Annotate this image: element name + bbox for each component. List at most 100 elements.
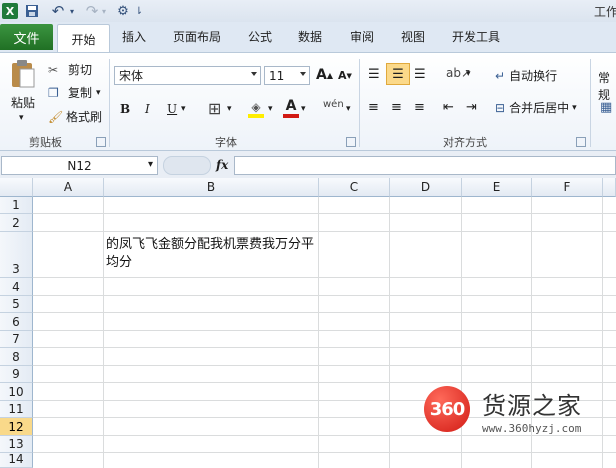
wrap-text-button[interactable]: ↵ 自动换行 [495,67,557,84]
phonetic-guide-icon[interactable]: wén [323,99,344,110]
tab-file[interactable]: 文件 [0,24,53,50]
chevron-down-icon[interactable]: ▾ [227,104,232,114]
insert-function-button[interactable]: fx [216,158,228,172]
gridline [103,197,104,468]
chevron-down-icon[interactable]: ▾ [19,113,24,123]
save-icon[interactable] [24,3,40,19]
tab-developer[interactable]: 开发工具 [452,28,500,45]
row-header[interactable]: 5 [0,296,33,313]
underline-button[interactable]: U [167,102,177,116]
chevron-down-icon[interactable]: ▾ [268,104,273,114]
column-header[interactable]: F [532,178,603,197]
align-center-icon[interactable]: ≡ [391,100,402,115]
dialog-launcher-icon[interactable] [576,137,586,147]
font-size-select[interactable]: 11 [264,66,310,85]
tab-home[interactable]: 开始 [57,24,110,53]
column-header[interactable]: C [319,178,390,197]
column-header[interactable]: E [462,178,532,197]
column-header[interactable]: D [390,178,462,197]
dialog-launcher-icon[interactable] [96,137,106,147]
chevron-down-icon[interactable]: ▾ [100,3,108,19]
cell-b3[interactable]: 的凤飞飞金额分配我机票费我万分平均分 [106,236,316,272]
tab-review[interactable]: 审阅 [350,28,374,45]
tab-formulas[interactable]: 公式 [248,28,272,45]
row-header[interactable]: 4 [0,278,33,296]
row-header[interactable]: 6 [0,313,33,331]
more-icon[interactable]: ⇂ [134,3,144,19]
paste-button[interactable]: 粘贴 [11,94,35,111]
gridline [33,277,616,278]
row-header[interactable]: 8 [0,348,33,366]
format-painter-button[interactable]: 🖌 格式刷 [48,108,102,125]
font-color-icon[interactable]: A [283,98,299,120]
window-title: 工作 [593,5,616,19]
formula-bar: N12 ▾ fx [0,151,616,178]
clipboard-group-label: 剪贴板 [29,136,62,149]
row-header-selected[interactable]: 12 [0,418,33,436]
chevron-down-icon [300,72,306,76]
row-header[interactable]: 9 [0,366,33,383]
quick-access-toolbar: X ↶ ▾ ↷ ▾ ⚙ ⇂ 工作 [0,0,616,22]
fill-color-icon[interactable]: ◈ [247,100,265,120]
ribbon: 粘贴 ▾ ✂ 剪切 ❐ 复制 ▾ 🖌 格式刷 剪贴板 宋体 11 A ▲ A ▼ B… [0,52,616,151]
number-format-select[interactable]: 常规 [598,69,616,103]
customize-qat-icon[interactable]: ⚙ [114,3,132,19]
watermark-url: www.360hyzj.com [482,422,582,435]
row-header[interactable]: 14 [0,452,33,468]
select-all-corner[interactable] [0,178,33,197]
watermark-name: 货源之家 [482,392,582,420]
bold-button[interactable]: B [120,102,130,116]
font-group-label: 字体 [215,136,237,149]
excel-icon[interactable]: X [2,3,18,19]
copy-button[interactable]: ❐ 复制 ▾ [48,84,101,101]
grow-font-icon[interactable]: A ▲ [316,67,333,83]
row-header[interactable]: 1 [0,197,33,214]
row-header[interactable]: 13 [0,436,33,453]
column-header[interactable]: B [104,178,319,197]
font-name-select[interactable]: 宋体 [114,66,261,85]
gridline [33,382,616,383]
gridline [33,213,616,214]
row-header[interactable]: 2 [0,214,33,232]
chevron-down-icon[interactable]: ▾ [181,104,186,114]
chevron-down-icon[interactable]: ▾ [301,104,306,114]
row-header[interactable]: 11 [0,401,33,418]
align-left-icon[interactable]: ≡ [368,100,379,115]
tab-view[interactable]: 视图 [401,28,425,45]
italic-button[interactable]: I [145,102,150,116]
formula-input[interactable] [234,156,616,175]
increase-indent-icon[interactable]: ⇥ [466,100,477,115]
copy-icon: ❐ [48,85,59,100]
undo-icon[interactable]: ↶ [48,2,68,20]
merge-center-button[interactable]: ⊟ 合并后居中 ▾ [495,99,577,116]
chevron-down-icon: ▾ [96,87,101,98]
column-header[interactable] [603,178,616,197]
tab-insert[interactable]: 插入 [122,28,146,45]
gridline [389,197,390,468]
align-right-icon[interactable]: ≡ [414,100,425,115]
chevron-down-icon[interactable]: ▾ [346,104,351,114]
row-header[interactable]: 3 [0,232,33,278]
chevron-down-icon: ▾ [147,159,153,170]
align-top-icon[interactable]: ☰ [368,67,380,82]
redo-icon[interactable]: ↷ [82,2,102,20]
cut-button[interactable]: ✂ 剪切 [48,61,92,78]
dialog-launcher-icon[interactable] [346,137,356,147]
chevron-down-icon[interactable]: ▾ [466,69,471,79]
tab-data[interactable]: 数据 [298,28,322,45]
gridline [33,330,616,331]
currency-icon[interactable]: ▦ [600,100,612,115]
tab-page-layout[interactable]: 页面布局 [173,28,221,45]
align-middle-icon[interactable]: ☰ [386,63,410,85]
row-header[interactable]: 7 [0,331,33,348]
name-box[interactable]: N12 ▾ [1,156,158,175]
row-header[interactable]: 10 [0,383,33,401]
paste-icon[interactable] [8,59,38,89]
align-bottom-icon[interactable]: ☰ [414,67,426,82]
decrease-indent-icon[interactable]: ⇤ [443,100,454,115]
shrink-font-icon[interactable]: A ▼ [338,69,352,82]
column-header[interactable]: A [33,178,104,197]
chevron-down-icon[interactable]: ▾ [68,3,76,19]
alignment-group-label: 对齐方式 [443,136,487,149]
border-icon[interactable]: ⊞ [208,99,221,118]
